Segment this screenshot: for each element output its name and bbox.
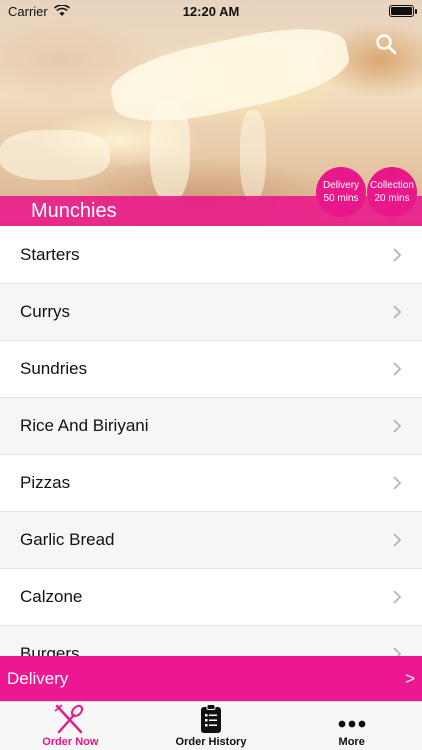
delivery-badge-time: 50 mins — [323, 193, 359, 204]
fork-knife-icon — [54, 704, 84, 734]
menu-item-currys[interactable]: Currys — [0, 284, 422, 341]
chevron-right-icon — [393, 305, 402, 319]
chevron-right-icon — [393, 533, 402, 547]
menu-item-label: Pizzas — [20, 473, 71, 492]
chevron-right-icon — [393, 419, 402, 433]
menu-item-label: Starters — [20, 245, 80, 264]
pizza-image-detail — [150, 100, 190, 200]
tab-order-history[interactable]: Order History — [141, 702, 282, 750]
pizza-image-detail — [105, 15, 355, 135]
menu-item-starters[interactable]: Starters — [0, 227, 422, 284]
menu-category-list[interactable]: Starters Currys Sundries Rice And Biriya… — [0, 227, 422, 658]
menu-item-burgers[interactable]: Burgers — [0, 626, 422, 658]
menu-item-calzone[interactable]: Calzone — [0, 569, 422, 626]
tab-bar: Order Now Order History More — [0, 701, 422, 750]
battery-icon — [389, 5, 417, 17]
menu-item-rice-and-biriyani[interactable]: Rice And Biriyani — [0, 398, 422, 455]
menu-item-pizzas[interactable]: Pizzas — [0, 455, 422, 512]
delivery-mode-bar[interactable]: Delivery > — [0, 656, 422, 701]
pizza-image-detail — [240, 110, 266, 200]
chevron-right-icon — [393, 476, 402, 490]
tab-label: More — [338, 736, 365, 748]
menu-item-label: Sundries — [20, 359, 88, 378]
tab-label: Order Now — [42, 736, 99, 748]
hero-banner: Carrier 12:20 AM Munchies Delivery 50 mi… — [0, 0, 422, 226]
menu-item-label: Garlic Bread — [20, 530, 115, 549]
delivery-badge-label: Delivery — [322, 180, 360, 191]
menu-item-label: Rice And Biriyani — [20, 416, 149, 435]
delivery-mode-arrow: > — [405, 668, 415, 688]
chevron-right-icon — [393, 362, 402, 376]
menu-item-garlic-bread[interactable]: Garlic Bread — [0, 512, 422, 569]
chevron-right-icon — [393, 590, 402, 604]
delivery-mode-label: Delivery — [7, 668, 69, 688]
clipboard-icon — [201, 704, 221, 733]
menu-item-sundries[interactable]: Sundries — [0, 341, 422, 398]
more-dots-icon — [338, 720, 366, 728]
search-icon[interactable] — [374, 32, 398, 56]
tab-label: Order History — [175, 736, 247, 748]
delivery-time-badge: Delivery 50 mins — [316, 167, 366, 217]
tab-order-now[interactable]: Order Now — [0, 702, 141, 750]
menu-item-label: Calzone — [20, 587, 83, 606]
tab-more[interactable]: More — [281, 702, 422, 750]
collection-badge-label: Collection — [370, 180, 414, 191]
menu-item-label: Currys — [20, 302, 71, 321]
collection-badge-time: 20 mins — [374, 193, 410, 204]
chevron-right-icon — [393, 248, 402, 262]
status-time: 12:20 AM — [182, 3, 240, 19]
pizza-image-detail — [0, 130, 110, 180]
collection-time-badge: Collection 20 mins — [367, 167, 417, 217]
status-bar: Carrier 12:20 AM — [0, 0, 422, 22]
